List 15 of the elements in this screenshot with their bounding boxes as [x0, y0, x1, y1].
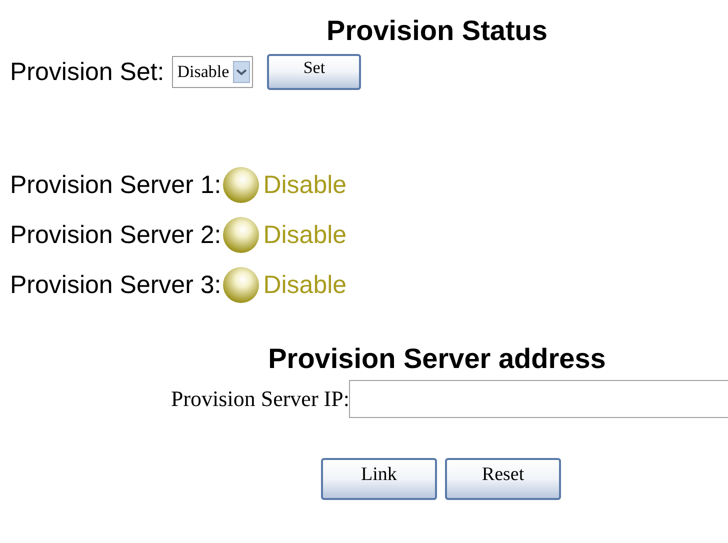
server-status: Disable — [263, 170, 347, 200]
server-ip-input[interactable] — [349, 380, 728, 418]
section-title: Provision Status — [326, 14, 548, 48]
server-label: Provision Server 3: — [10, 270, 222, 300]
server-label: Provision Server 1: — [10, 170, 222, 200]
server-label: Provision Server 2: — [10, 220, 222, 250]
set-button[interactable]: Set — [267, 54, 362, 90]
server-ip-label: Provision Server IP: — [171, 386, 350, 412]
form-button[interactable]: Reset — [445, 458, 561, 500]
provision-set-dropdown[interactable]: Disable — [172, 56, 254, 88]
section-title: Provision Server address — [267, 342, 607, 376]
server-status: Disable — [263, 220, 347, 250]
server-status: Disable — [263, 270, 347, 300]
provision-set-label: Provision Set: — [10, 57, 164, 87]
form-button[interactable]: Link — [321, 458, 437, 500]
